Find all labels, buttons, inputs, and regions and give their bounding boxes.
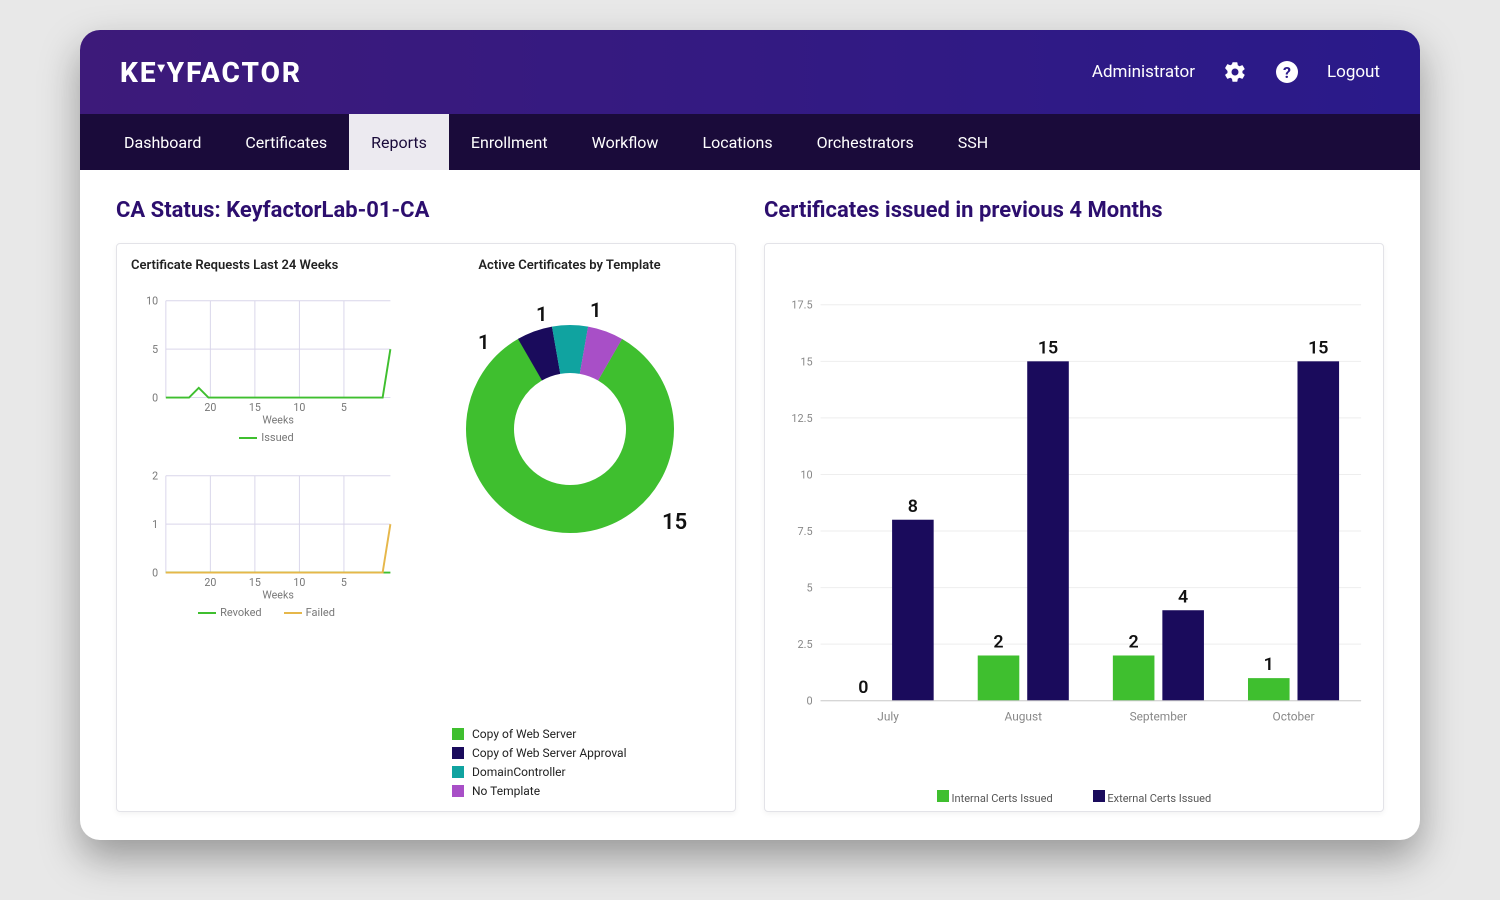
svg-text:15: 15 <box>249 576 261 589</box>
left-column: CA Status: KeyfactorLab-01-CA Certificat… <box>116 198 736 812</box>
logout-link[interactable]: Logout <box>1327 62 1380 82</box>
issued-title: Certificates issued in previous 4 Months <box>764 198 1384 223</box>
svg-text:5: 5 <box>341 576 347 589</box>
logo: KE▾YFACTOR <box>120 56 302 89</box>
svg-text:10: 10 <box>293 576 305 589</box>
svg-text:September: September <box>1130 710 1188 724</box>
ca-status-card: Certificate Requests Last 24 Weeks 10 <box>116 243 736 812</box>
nav-item-dashboard[interactable]: Dashboard <box>102 114 223 170</box>
top-bar: KE▾YFACTOR Administrator ? Logout <box>80 30 1420 114</box>
nav-item-enrollment[interactable]: Enrollment <box>449 114 570 170</box>
user-label[interactable]: Administrator <box>1092 62 1195 82</box>
svg-text:1: 1 <box>478 330 489 354</box>
svg-text:12.5: 12.5 <box>791 412 812 425</box>
nav-item-certificates[interactable]: Certificates <box>223 114 349 170</box>
top-right-controls: Administrator ? Logout <box>1092 60 1380 84</box>
svg-text:October: October <box>1273 710 1315 724</box>
svg-text:10: 10 <box>146 295 158 308</box>
mini-charts: Certificate Requests Last 24 Weeks 10 <box>117 244 412 811</box>
donut-chart: 15 1 1 1 <box>420 279 719 716</box>
svg-text:2.5: 2.5 <box>798 638 813 651</box>
svg-text:1: 1 <box>1264 654 1274 675</box>
svg-text:5: 5 <box>807 582 813 595</box>
bar-chart: 0 2.5 5 7.5 10 12.5 15 17.5 0 8 July 2 15 August 2 4 Sep… <box>777 256 1371 799</box>
donut-title: Active Certificates by Template <box>420 258 719 273</box>
svg-text:1: 1 <box>590 298 601 322</box>
svg-text:0: 0 <box>807 695 813 708</box>
app-window: KE▾YFACTOR Administrator ? Logout Dashbo… <box>80 30 1420 840</box>
issued-card: 0 2.5 5 7.5 10 12.5 15 17.5 0 8 July 2 15 August 2 4 Sep… <box>764 243 1384 812</box>
donut-panel: Active Certificates by Template <box>412 244 735 811</box>
svg-text:15: 15 <box>800 355 812 368</box>
svg-text:15: 15 <box>662 510 687 535</box>
help-icon[interactable]: ? <box>1275 60 1299 84</box>
svg-text:0: 0 <box>152 566 158 579</box>
issued-line-chart: 10 5 0 20 15 10 5 Weeks <box>131 279 402 429</box>
svg-text:2: 2 <box>152 470 158 483</box>
main-nav: DashboardCertificatesReportsEnrollmentWo… <box>80 114 1420 170</box>
svg-text:15: 15 <box>1038 337 1058 358</box>
svg-text:20: 20 <box>204 576 216 589</box>
requests-chart-title: Certificate Requests Last 24 Weeks <box>131 258 402 273</box>
nav-item-reports[interactable]: Reports <box>349 114 449 170</box>
issued-legend: Issued <box>131 431 402 444</box>
gear-icon[interactable] <box>1223 60 1247 84</box>
revoked-failed-line-chart: 2 1 0 20 15 10 5 Weeks <box>131 454 402 604</box>
svg-text:15: 15 <box>1308 337 1328 358</box>
bar-legend: Internal Certs Issued External Certs Iss… <box>765 790 1383 805</box>
donut-legend: Copy of Web Server Copy of Web Server Ap… <box>420 722 719 803</box>
svg-text:?: ? <box>1283 63 1291 82</box>
svg-text:August: August <box>1005 710 1043 724</box>
nav-item-workflow[interactable]: Workflow <box>570 114 681 170</box>
svg-text:7.5: 7.5 <box>798 525 813 538</box>
nav-item-orchestrators[interactable]: Orchestrators <box>795 114 936 170</box>
svg-text:5: 5 <box>152 343 158 356</box>
right-column: Certificates issued in previous 4 Months… <box>764 198 1384 812</box>
svg-text:4: 4 <box>1178 586 1188 607</box>
svg-text:2: 2 <box>993 632 1003 653</box>
svg-text:10: 10 <box>800 468 812 481</box>
ca-status-title: CA Status: KeyfactorLab-01-CA <box>116 198 736 223</box>
svg-text:20: 20 <box>204 401 216 414</box>
svg-text:10: 10 <box>293 401 305 414</box>
svg-text:15: 15 <box>249 401 261 414</box>
svg-text:0: 0 <box>152 391 158 404</box>
svg-text:Weeks: Weeks <box>262 589 293 602</box>
nav-item-locations[interactable]: Locations <box>680 114 794 170</box>
svg-text:0: 0 <box>858 677 868 698</box>
content-area: CA Status: KeyfactorLab-01-CA Certificat… <box>80 170 1420 840</box>
svg-text:July: July <box>877 710 899 724</box>
svg-text:1: 1 <box>152 518 158 531</box>
svg-text:5: 5 <box>341 401 347 414</box>
svg-text:17.5: 17.5 <box>791 299 812 312</box>
nav-item-ssh[interactable]: SSH <box>936 114 1010 170</box>
svg-text:8: 8 <box>908 496 918 517</box>
svg-text:2: 2 <box>1129 632 1139 653</box>
revoked-failed-legend: Revoked Failed <box>131 606 402 619</box>
svg-text:1: 1 <box>536 302 547 326</box>
svg-text:Weeks: Weeks <box>262 414 293 427</box>
